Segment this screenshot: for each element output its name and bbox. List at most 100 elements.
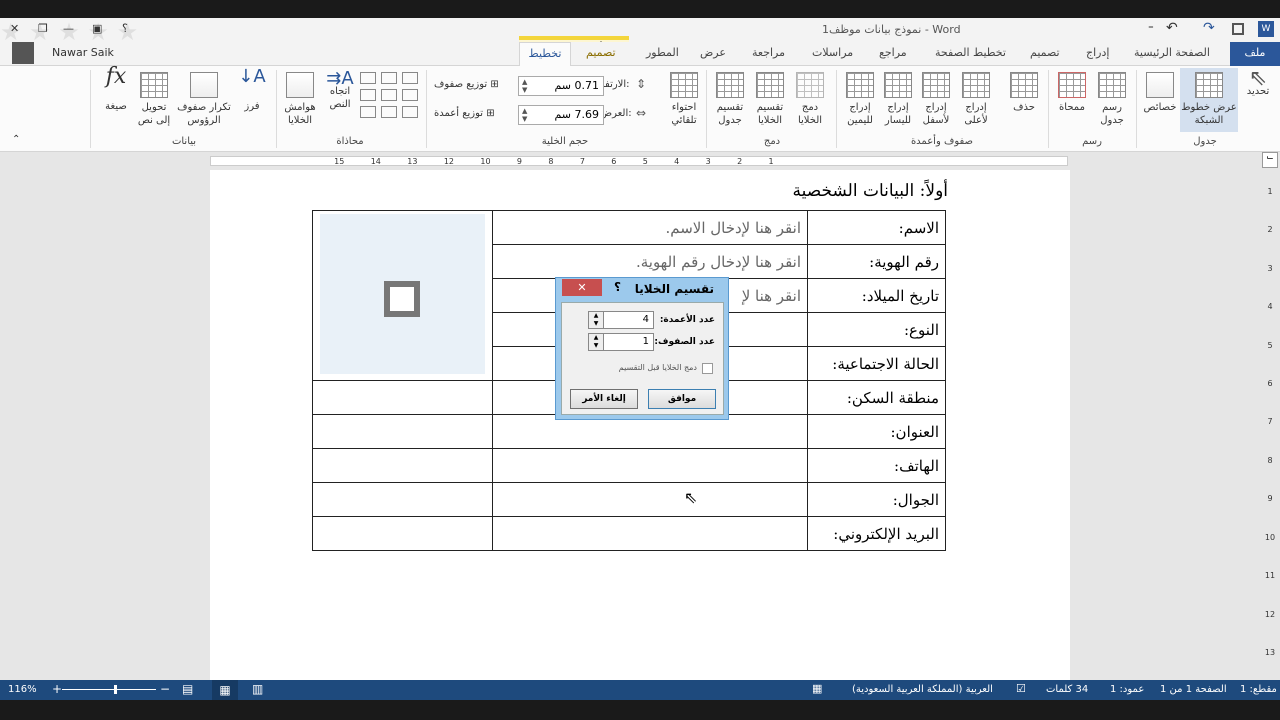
- tab-insert[interactable]: إدراج: [1086, 46, 1109, 59]
- sort-az-icon: A↓: [238, 66, 266, 87]
- cancel-button[interactable]: إلغاء الأمر: [570, 389, 638, 409]
- insert-below-button[interactable]: إدراج لأسفل: [918, 72, 954, 127]
- tab-references[interactable]: مراجع: [879, 46, 907, 59]
- language-indicator[interactable]: العربية (المملكة العربية السعودية): [852, 684, 993, 695]
- zoom-out-button[interactable]: −: [160, 682, 170, 696]
- text-direction-button[interactable]: A⇉ اتجاه النص: [322, 70, 358, 111]
- picture-content-control[interactable]: [320, 214, 485, 374]
- zoom-in-button[interactable]: +: [52, 682, 62, 696]
- restore-window-button[interactable]: ❐: [38, 22, 48, 35]
- view-gridlines-button[interactable]: عرض خطوط الشبكة: [1180, 68, 1238, 132]
- extra-cell[interactable]: [312, 448, 493, 483]
- merge-before-split-checkbox[interactable]: [702, 363, 713, 374]
- columns-count-input[interactable]: 4 ▲ ▼: [588, 311, 654, 329]
- align-bottom-right-icon[interactable]: [360, 106, 376, 118]
- tab-page-layout[interactable]: تخطيط الصفحة: [935, 46, 1006, 59]
- zoom-slider[interactable]: [62, 685, 156, 694]
- zoom-slider-thumb[interactable]: [113, 685, 117, 694]
- ruler-tick: 7: [579, 157, 585, 166]
- ok-button[interactable]: موافق: [648, 389, 716, 409]
- insert-above-button[interactable]: إدراج لأعلى: [958, 72, 994, 127]
- align-top-left-icon[interactable]: [402, 72, 418, 84]
- merge-cells-button[interactable]: دمج الخلايا: [792, 72, 828, 127]
- convert-to-text-button[interactable]: تحويل إلى نص: [134, 72, 174, 127]
- insert-left-button[interactable]: إدراج لليسار: [880, 72, 916, 127]
- rows-spinner-icon[interactable]: ▲ ▼: [588, 333, 604, 351]
- autofit-button[interactable]: احتواء تلقائي: [664, 72, 704, 127]
- tab-view[interactable]: عرض: [700, 46, 726, 59]
- eraser-button[interactable]: ممحاة: [1054, 72, 1090, 114]
- field-value-cell[interactable]: [492, 448, 808, 483]
- extra-cell[interactable]: [312, 482, 493, 517]
- delete-button[interactable]: حذف: [1006, 72, 1042, 114]
- redo-icon[interactable]: ↷: [1203, 20, 1215, 36]
- column-width-input[interactable]: 7.69 سم ▲ ▼: [518, 105, 604, 125]
- distribute-columns-button[interactable]: ⊞ توزيع أعمدة: [434, 108, 495, 119]
- close-window-button[interactable]: ✕: [10, 22, 19, 35]
- tab-developer[interactable]: المطور: [646, 46, 679, 59]
- user-avatar[interactable]: [12, 42, 34, 64]
- field-value-cell[interactable]: [492, 482, 808, 517]
- horizontal-ruler[interactable]: 15 14 13 12 10 9 8 7 6 5 4 3 2 1: [210, 156, 1068, 166]
- minimize-window-button[interactable]: —: [63, 22, 74, 35]
- extra-cell[interactable]: [312, 414, 493, 449]
- insert-left-label: إدراج لليسار: [884, 102, 912, 126]
- split-cells-button[interactable]: تقسيم الخلايا: [752, 72, 788, 127]
- field-value-cell[interactable]: انقر هنا لإدخال الاسم.: [492, 210, 808, 245]
- extra-cell[interactable]: [312, 516, 493, 551]
- align-top-right-icon[interactable]: [360, 72, 376, 84]
- tab-mailings[interactable]: مراسلات: [812, 46, 853, 59]
- properties-button[interactable]: خصائص: [1140, 72, 1180, 114]
- help-button[interactable]: ؟: [122, 22, 128, 35]
- align-top-center-icon[interactable]: [381, 72, 397, 84]
- undo-icon[interactable]: ↶: [1166, 20, 1178, 36]
- select-button[interactable]: ⇖ تحديد: [1240, 68, 1276, 98]
- field-value-cell[interactable]: انقر هنا لإدخال رقم الهوية.: [492, 244, 808, 279]
- macro-recording-icon[interactable]: ▦: [812, 682, 822, 695]
- columns-spinner-icon[interactable]: ▲ ▼: [588, 311, 604, 329]
- user-name[interactable]: Nawar Saik: [52, 46, 114, 59]
- align-center-left-icon[interactable]: [402, 89, 418, 101]
- vertical-ruler[interactable]: 1 2 3 4 5 6 7 8 9 10 11 12 13: [1264, 172, 1276, 672]
- tab-table-design[interactable]: تصميم: [586, 46, 616, 59]
- web-layout-icon[interactable]: ▤: [182, 682, 193, 696]
- align-bottom-left-icon[interactable]: [402, 106, 418, 118]
- print-layout-icon[interactable]: ▦: [212, 680, 238, 700]
- align-bottom-center-icon[interactable]: [381, 106, 397, 118]
- tab-selector-icon[interactable]: ⌙: [1262, 152, 1278, 168]
- cell-alignment-grid[interactable]: [360, 72, 420, 132]
- rows-count-input[interactable]: 1 ▲ ▼: [588, 333, 654, 351]
- split-table-button[interactable]: تقسيم جدول: [712, 72, 748, 127]
- row-height-input[interactable]: 0.71 سم ▲ ▼: [518, 76, 604, 96]
- save-icon[interactable]: [1232, 23, 1244, 35]
- draw-table-button[interactable]: رسم جدول: [1094, 72, 1130, 127]
- cell-margins-button[interactable]: هوامش الخلايا: [280, 72, 320, 127]
- column-width-spinner-icon[interactable]: ▲ ▼: [522, 107, 527, 123]
- tab-home[interactable]: الصفحة الرئيسية: [1134, 46, 1210, 59]
- read-mode-icon[interactable]: ▥: [252, 682, 263, 696]
- dialog-help-button[interactable]: ؟: [614, 280, 621, 294]
- tab-file[interactable]: ملف: [1230, 42, 1280, 66]
- tab-design[interactable]: تصميم: [1030, 46, 1060, 59]
- row-height-spinner-icon[interactable]: ▲ ▼: [522, 78, 527, 94]
- insert-right-button[interactable]: إدراج لليمين: [842, 72, 878, 127]
- dialog-close-button[interactable]: ✕: [562, 279, 602, 296]
- page-indicator[interactable]: الصفحة 1 من 1: [1160, 684, 1227, 695]
- sort-button[interactable]: A↓ فرز: [236, 66, 268, 113]
- formula-button[interactable]: fx صيغة: [100, 66, 132, 113]
- ribbon-display-options-button[interactable]: ▣: [92, 22, 102, 35]
- tab-review[interactable]: مراجعة: [752, 46, 785, 59]
- collapse-ribbon-icon[interactable]: ⌃: [12, 134, 20, 145]
- repeat-header-rows-button[interactable]: تكرار صفوف الرؤوس: [176, 72, 232, 127]
- align-center-icon[interactable]: [381, 89, 397, 101]
- customize-toolbar-icon[interactable]: ⁼: [1148, 22, 1154, 35]
- field-value-cell[interactable]: [492, 516, 808, 551]
- tab-table-layout[interactable]: تخطيط: [519, 42, 571, 67]
- word-count[interactable]: 34 كلمات: [1046, 684, 1088, 695]
- picture-placeholder-icon[interactable]: [384, 281, 420, 317]
- proofing-icon[interactable]: ☑: [1016, 682, 1026, 695]
- align-center-right-icon[interactable]: [360, 89, 376, 101]
- zoom-level[interactable]: 116%: [8, 684, 37, 695]
- distribute-rows-button[interactable]: ⊞ توزيع صفوف: [434, 79, 499, 90]
- extra-cell[interactable]: [312, 380, 493, 415]
